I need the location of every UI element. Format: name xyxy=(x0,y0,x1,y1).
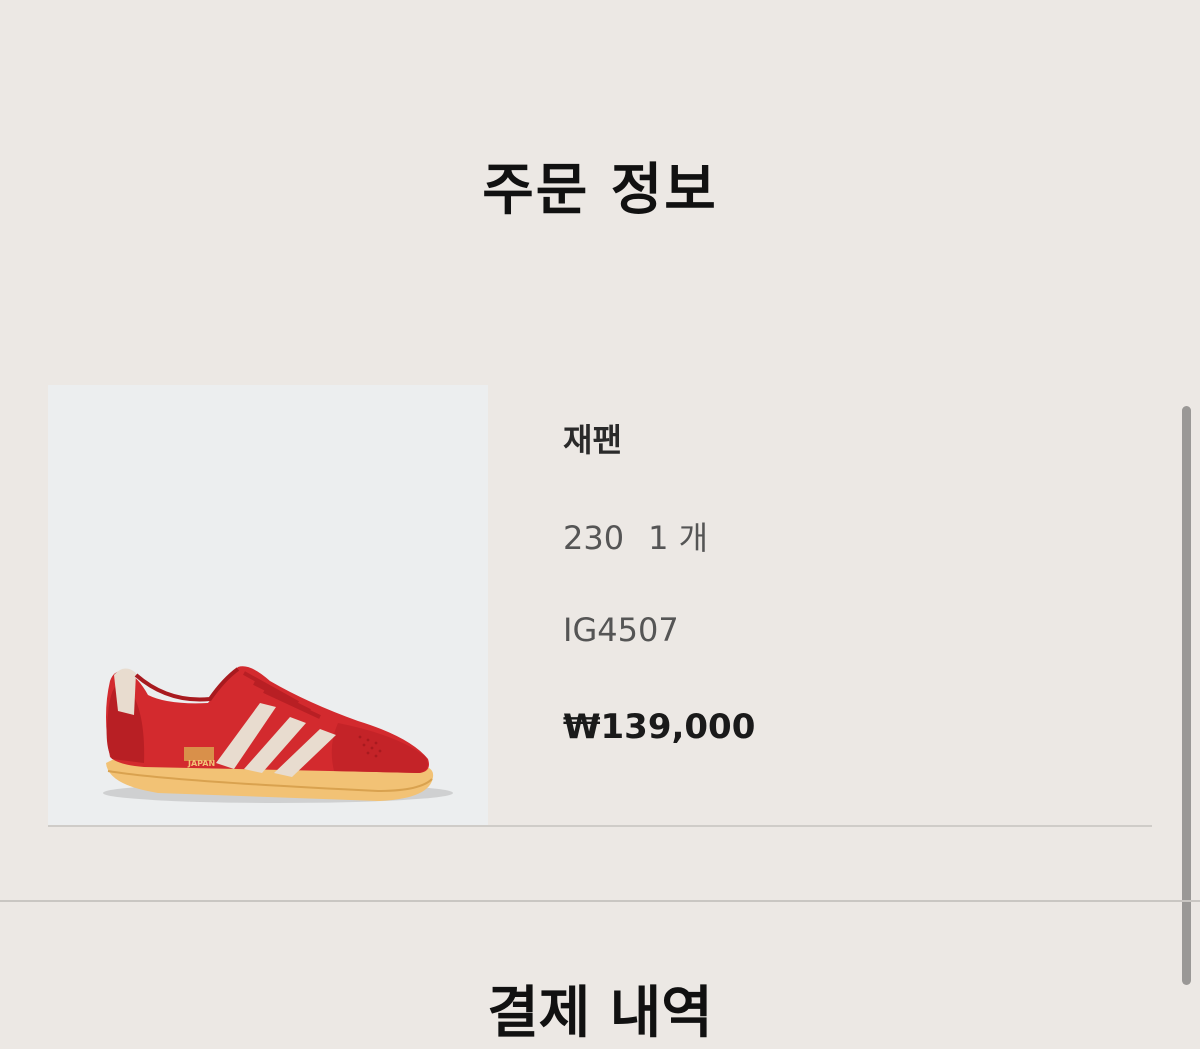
next-section-title: 결제 내역 xyxy=(487,981,713,1046)
product-code: IG4507 xyxy=(563,611,679,649)
product-name[interactable]: 재팬 xyxy=(563,415,622,461)
product-price: ₩139,000 xyxy=(563,707,756,747)
page-title: 주문 정보 xyxy=(482,158,718,223)
sneaker-image: JAPAN xyxy=(103,666,453,803)
section-divider xyxy=(0,900,1200,902)
product-option: 230 1 개 xyxy=(563,513,708,559)
scrollbar[interactable] xyxy=(1182,406,1191,985)
product-quantity: 1 개 xyxy=(648,519,709,557)
order-item[interactable]: JAPAN 재팬 230 1 개 IG4507 ₩139,000 xyxy=(48,385,1152,827)
product-size: 230 xyxy=(563,519,625,557)
product-image[interactable]: JAPAN xyxy=(48,385,488,825)
shoe-logo-text: JAPAN xyxy=(187,759,215,768)
